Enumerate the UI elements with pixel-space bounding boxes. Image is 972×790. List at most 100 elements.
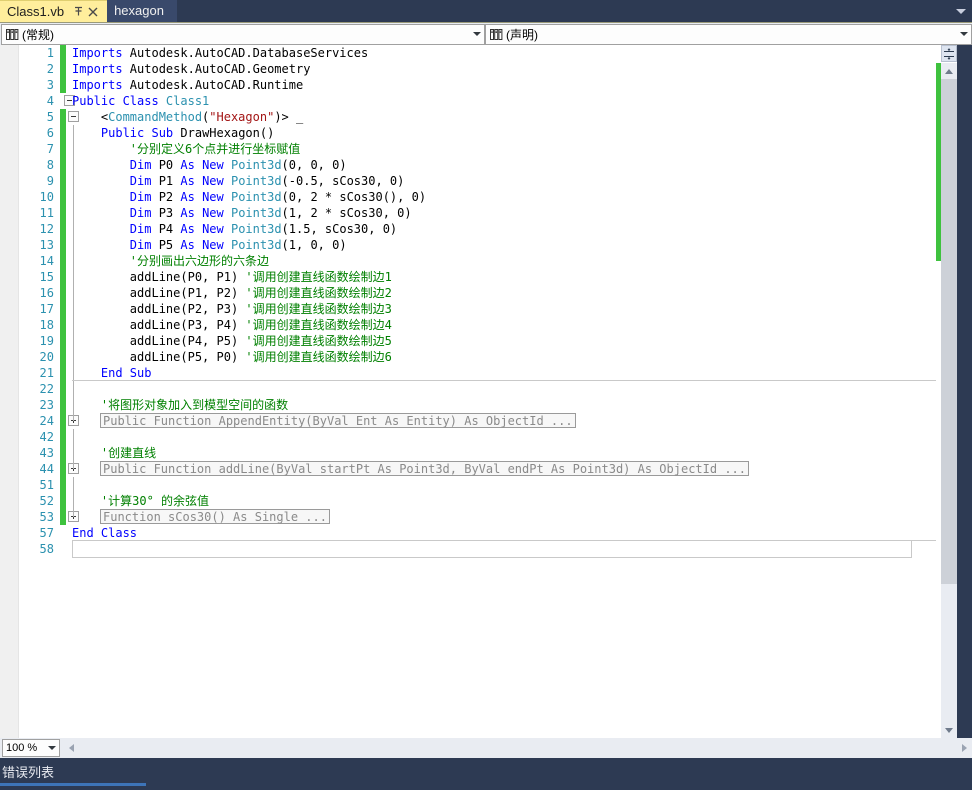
code-line-text: Dim P5 As New Point3d(1, 0, 0) — [72, 237, 347, 253]
zoom-level-dropdown[interactable]: 100 % — [2, 739, 60, 757]
line-number: 12 — [39, 222, 54, 236]
horizontal-scrollbar-track[interactable] — [63, 739, 972, 757]
scope-dropdown[interactable]: (常规) — [1, 23, 485, 45]
code-text-area[interactable]: 1 Imports Autodesk.AutoCAD.DatabaseServic… — [0, 45, 936, 738]
line-number: 11 — [39, 206, 54, 220]
code-line[interactable]: 16 addLine(P1, P2) '调用创建直线函数绘制边2 — [0, 285, 936, 301]
collapsed-region-text[interactable]: Public Function AppendEntity(ByVal Ent A… — [100, 413, 576, 428]
line-number: 1 — [46, 46, 54, 60]
chevron-down-icon — [959, 32, 968, 36]
code-line-text: '分别定义6个点并进行坐标赋值 — [72, 141, 300, 157]
code-token: < — [72, 110, 109, 124]
code-line[interactable]: 18 addLine(P3, P4) '调用创建直线函数绘制边4 — [0, 317, 936, 333]
code-token: '调用创建直线函数绘制边1 — [245, 270, 392, 284]
split-view-icon[interactable] — [941, 45, 957, 62]
tab-error-list[interactable]: 错误列表 — [0, 758, 64, 785]
code-token: "Hexagon" — [209, 110, 275, 124]
code-line[interactable]: 17 addLine(P2, P3) '调用创建直线函数绘制边3 — [0, 301, 936, 317]
triangle-down-icon — [945, 727, 953, 733]
pin-icon[interactable] — [71, 4, 85, 20]
code-token: '调用创建直线函数绘制边6 — [245, 350, 392, 364]
scope-dropdown-arrow[interactable] — [469, 32, 484, 36]
line-number: 8 — [46, 158, 54, 172]
code-line[interactable]: 11 Dim P3 As New Point3d(1, 2 * sCos30, … — [0, 205, 936, 221]
tab-list-dropdown-button[interactable] — [950, 0, 972, 22]
code-line-text: Dim P1 As New Point3d(-0.5, sCos30, 0) — [72, 173, 405, 189]
code-line[interactable]: 23 '将图形对象加入到模型空间的函数 — [0, 397, 936, 413]
tab-hexagon[interactable]: hexagon — [107, 0, 177, 22]
collapsed-region-text[interactable]: Function sCos30() As Single ... — [100, 509, 330, 524]
tab-class1-vb[interactable]: Class1.vb — [0, 0, 108, 22]
code-line[interactable]: 22 — [0, 381, 936, 397]
line-number: 17 — [39, 302, 54, 316]
code-line[interactable]: 3 Imports Autodesk.AutoCAD.Runtime — [0, 77, 936, 93]
code-token: P0 — [158, 158, 181, 172]
code-line[interactable]: 15 addLine(P0, P1) '调用创建直线函数绘制边1 — [0, 269, 936, 285]
code-token: Autodesk.AutoCAD.Runtime — [129, 78, 304, 92]
code-line[interactable]: 20 addLine(P5, P0) '调用创建直线函数绘制边6 — [0, 349, 936, 365]
code-line[interactable]: 52 '计算30° 的余弦值 — [0, 493, 936, 509]
code-line[interactable]: 19 addLine(P4, P5) '调用创建直线函数绘制边5 — [0, 333, 936, 349]
line-number: 43 — [39, 446, 54, 460]
code-line[interactable]: 57 End Class — [0, 525, 936, 541]
code-line[interactable]: 1 Imports Autodesk.AutoCAD.DatabaseServic… — [0, 45, 936, 61]
code-line[interactable]: 51 — [0, 477, 936, 493]
member-dropdown[interactable]: (声明) — [485, 23, 972, 45]
code-token: addLine(P4, P5) — [72, 334, 246, 348]
code-line[interactable]: 42 — [0, 429, 936, 445]
code-token: As New — [180, 174, 231, 188]
code-token: addLine(P1, P2) — [72, 286, 246, 300]
code-token: As New — [180, 206, 231, 220]
scroll-down-button[interactable] — [941, 722, 957, 738]
line-number: 58 — [39, 542, 54, 556]
code-line-text: Imports Autodesk.AutoCAD.Runtime — [72, 77, 303, 93]
code-line[interactable]: 14 '分别画出六边形的六条边 — [0, 253, 936, 269]
line-number: 52 — [39, 494, 54, 508]
close-icon[interactable] — [86, 4, 100, 20]
code-line[interactable]: 10 Dim P2 As New Point3d(0, 2 * sCos30()… — [0, 189, 936, 205]
code-line[interactable]: 9 Dim P1 As New Point3d(-0.5, sCos30, 0) — [0, 173, 936, 189]
code-line[interactable]: 7 '分别定义6个点并进行坐标赋值 — [0, 141, 936, 157]
code-editor[interactable]: 1 Imports Autodesk.AutoCAD.DatabaseServic… — [0, 45, 972, 738]
code-line[interactable]: 44 Public Function addLine(ByVal startPt … — [0, 461, 936, 477]
code-line[interactable]: 43 '创建直线 — [0, 445, 936, 461]
line-number: 21 — [39, 366, 54, 380]
tab-hexagon-label: hexagon — [114, 3, 164, 18]
code-line[interactable]: 58 — [0, 541, 936, 558]
code-line[interactable]: 24 Public Function AppendEntity(ByVal Ent… — [0, 413, 936, 429]
code-line[interactable]: 5 <CommandMethod("Hexagon")> _ — [0, 109, 936, 125]
scroll-up-button[interactable] — [941, 63, 957, 79]
vertical-scrollbar-thumb[interactable] — [941, 79, 957, 584]
code-line[interactable]: 6 Public Sub DrawHexagon() — [0, 125, 936, 141]
code-token: P4 — [158, 222, 181, 236]
code-token: Autodesk.AutoCAD.DatabaseServices — [129, 46, 369, 60]
collapsed-region-text[interactable]: Public Function addLine(ByVal startPt As… — [100, 461, 749, 476]
code-line[interactable]: 4 Public Class Class1 — [0, 93, 936, 109]
fold-guide-line — [73, 429, 74, 445]
code-line[interactable]: 53 Function sCos30() As Single ... — [0, 509, 936, 525]
code-token: Dim — [129, 206, 159, 220]
code-line[interactable]: 21 End Sub — [0, 365, 936, 381]
member-dropdown-arrow[interactable] — [956, 32, 971, 36]
code-line[interactable]: 12 Dim P4 As New Point3d(1.5, sCos30, 0) — [0, 221, 936, 237]
code-token: '分别画出六边形的六条边 — [129, 254, 270, 268]
scroll-left-button[interactable] — [63, 740, 79, 756]
line-number: 44 — [39, 462, 54, 476]
zoom-dropdown-arrow[interactable] — [44, 746, 59, 750]
code-token: Imports — [72, 62, 130, 76]
scroll-right-button[interactable] — [956, 740, 972, 756]
code-line[interactable]: 2 Imports Autodesk.AutoCAD.Geometry — [0, 61, 936, 77]
code-token: P5 — [158, 238, 181, 252]
code-line[interactable]: 13 Dim P5 As New Point3d(1, 0, 0) — [0, 237, 936, 253]
code-line-text: addLine(P0, P1) '调用创建直线函数绘制边1 — [72, 269, 392, 285]
code-line-text: addLine(P4, P5) '调用创建直线函数绘制边5 — [72, 333, 392, 349]
vertical-scrollbar-track[interactable] — [941, 63, 957, 738]
code-line[interactable]: 8 Dim P0 As New Point3d(0, 0, 0) — [0, 157, 936, 173]
code-token: Dim — [129, 222, 159, 236]
